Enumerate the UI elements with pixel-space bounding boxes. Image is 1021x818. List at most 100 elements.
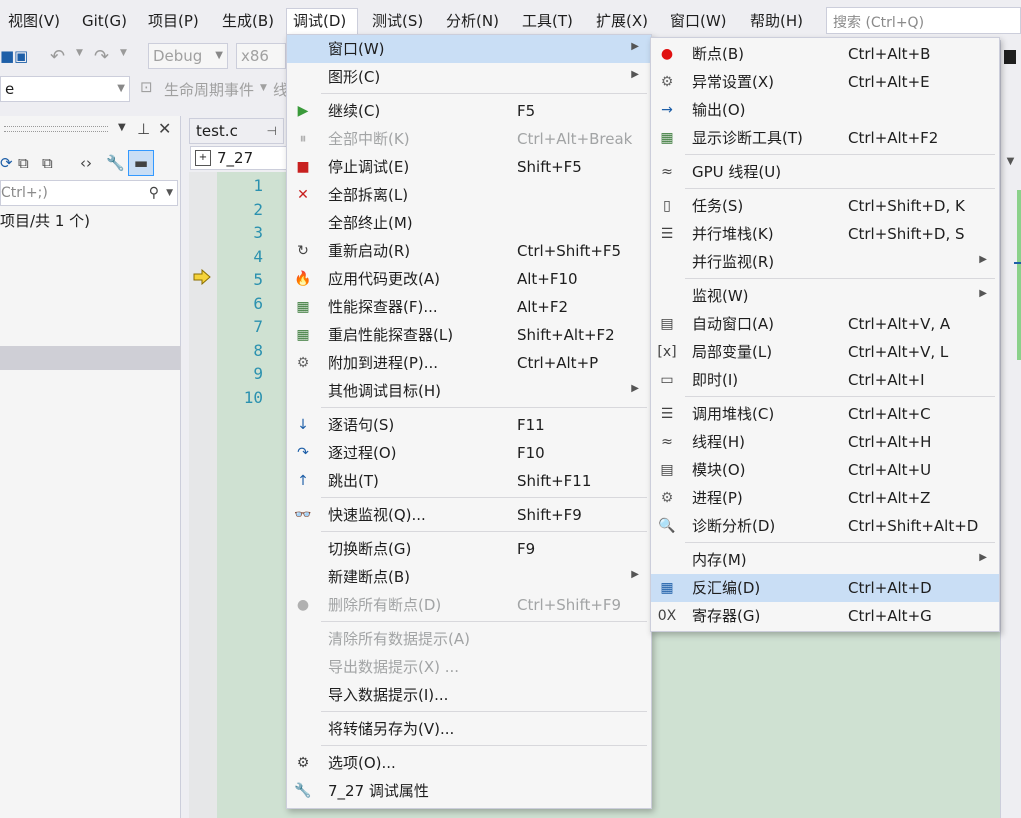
menu-help[interactable]: 帮助(H) — [744, 8, 809, 34]
chevron-down-icon[interactable]: ▼ — [1000, 150, 1021, 174]
menu-item[interactable]: ≈ GPU 线程(U) — [651, 158, 999, 186]
bookmark-icon[interactable] — [1004, 50, 1016, 64]
menu-item[interactable]: ▤ 模块(O) Ctrl+Alt+U — [651, 456, 999, 484]
lifecycle-events-label[interactable]: 生命周期事件 — [164, 79, 254, 100]
menu-item[interactable]: ▯ 任务(S) Ctrl+Shift+D, K — [651, 192, 999, 220]
menu-window[interactable]: 窗口(W) — [664, 8, 733, 34]
grip[interactable] — [4, 126, 108, 132]
menu-item[interactable]: 窗口(W) ▶ — [287, 35, 651, 63]
menu-build[interactable]: 生成(B) — [216, 8, 280, 34]
menu-item[interactable]: 全部终止(M) — [287, 209, 651, 237]
menu-test[interactable]: 测试(S) — [366, 8, 429, 34]
menu-item-shortcut: Alt+F2 — [517, 298, 569, 316]
menu-item[interactable]: ↻ 重新启动(R) Ctrl+Shift+F5 — [287, 237, 651, 265]
configuration-select[interactable]: Debug ▼ — [148, 43, 228, 69]
menu-item[interactable]: ⚙ 选项(O)... — [287, 749, 651, 777]
menu-item[interactable]: ⚙ 附加到进程(P)... Ctrl+Alt+P — [287, 349, 651, 377]
chevron-down-icon[interactable]: ▼ — [118, 122, 126, 133]
menu-separator — [685, 396, 995, 397]
platform-select[interactable]: x86 — [236, 43, 286, 69]
menu-item-shortcut: Alt+F10 — [517, 270, 578, 288]
selected-tree-item[interactable] — [0, 346, 181, 370]
save-icon[interactable]: ■ — [0, 47, 14, 65]
chevron-down-icon[interactable]: ▼ — [76, 48, 83, 58]
redo-icon[interactable]: ↷ — [94, 46, 109, 67]
menu-item[interactable]: ● 断点(B) Ctrl+Alt+B — [651, 40, 999, 68]
menu-item-icon: 🔍 — [658, 518, 676, 534]
menu-extensions[interactable]: 扩展(X) — [590, 8, 654, 34]
menu-tools[interactable]: 工具(T) — [516, 8, 579, 34]
menu-item[interactable]: ▭ 即时(I) Ctrl+Alt+I — [651, 366, 999, 394]
menu-item[interactable]: ▦ 显示诊断工具(T) Ctrl+Alt+F2 — [651, 124, 999, 152]
menu-item[interactable]: 监视(W) ▶ — [651, 282, 999, 310]
preview-icon[interactable]: ▬ — [128, 150, 154, 176]
menu-item[interactable]: ⚙ 进程(P) Ctrl+Alt+Z — [651, 484, 999, 512]
menu-item-label: 删除所有断点(D) — [328, 596, 442, 614]
menu-item[interactable]: 并行监视(R) ▶ — [651, 248, 999, 276]
menu-item[interactable]: 切换断点(G) F9 — [287, 535, 651, 563]
menu-item[interactable]: 🔍 诊断分析(D) Ctrl+Shift+Alt+D — [651, 512, 999, 540]
menu-item[interactable]: ↓ 逐语句(S) F11 — [287, 411, 651, 439]
menu-item-label: 线程(H) — [692, 433, 745, 451]
menu-item[interactable]: 👓 快速监视(Q)... Shift+F9 — [287, 501, 651, 529]
menu-item-icon: ☰ — [660, 406, 674, 422]
wrench-icon[interactable]: 🔧 — [106, 154, 125, 172]
menu-item-label: 寄存器(G) — [692, 607, 761, 625]
menu-item[interactable]: 内存(M) ▶ — [651, 546, 999, 574]
menu-item[interactable]: 其他调试目标(H) ▶ — [287, 377, 651, 405]
menu-item[interactable]: ▦ 性能探查器(F)... Alt+F2 — [287, 293, 651, 321]
search-icon[interactable]: ⚲ — [149, 181, 159, 205]
menu-item[interactable]: ≈ 线程(H) Ctrl+Alt+H — [651, 428, 999, 456]
menu-item[interactable]: 新建断点(B) ▶ — [287, 563, 651, 591]
menu-git[interactable]: Git(G) — [76, 8, 133, 34]
solution-search-input[interactable]: Ctrl+;) ⚲ ▼ — [0, 180, 178, 206]
menu-item[interactable]: ▶ 继续(C) F5 — [287, 97, 651, 125]
menu-item[interactable]: 0X 寄存器(G) Ctrl+Alt+G — [651, 602, 999, 630]
show-all-icon[interactable]: ⧉ — [42, 154, 53, 172]
menu-item-icon — [293, 568, 313, 586]
menu-item[interactable]: ↑ 跳出(T) Shift+F11 — [287, 467, 651, 495]
menu-item[interactable]: 将转储另存为(V)... — [287, 715, 651, 743]
menu-item[interactable]: 🔧 7_27 调试属性 — [287, 777, 651, 805]
close-icon[interactable]: ✕ — [158, 119, 171, 138]
menu-item-shortcut: Ctrl+Shift+Alt+D — [848, 517, 979, 535]
menu-analyze[interactable]: 分析(N) — [440, 8, 505, 34]
sync-icon[interactable]: ⟳ — [0, 154, 13, 172]
search-input[interactable]: 搜索 (Ctrl+Q) — [826, 7, 1021, 34]
pin-icon[interactable]: ⊣ — [267, 119, 277, 143]
tab-test-c[interactable]: test.c ⊣ — [189, 118, 284, 144]
chevron-down-icon[interactable]: ▼ — [260, 83, 267, 93]
menu-item-shortcut: Ctrl+Alt+H — [848, 433, 932, 451]
menu-item[interactable]: ▦ 反汇编(D) Ctrl+Alt+D — [651, 574, 999, 602]
menu-item[interactable]: [x] 局部变量(L) Ctrl+Alt+V, L — [651, 338, 999, 366]
code-icon[interactable]: ‹› — [80, 154, 92, 172]
menu-item[interactable]: → 输出(O) — [651, 96, 999, 124]
menu-item[interactable]: ↷ 逐过程(O) F10 — [287, 439, 651, 467]
menu-debug[interactable]: 调试(D) — [286, 8, 358, 34]
menu-item[interactable]: 图形(C) ▶ — [287, 63, 651, 91]
menu-item[interactable]: ▦ 重启性能探查器(L) Shift+Alt+F2 — [287, 321, 651, 349]
menu-item-icon: ▶ — [297, 103, 309, 119]
collapse-icon[interactable]: ⧉ — [18, 154, 29, 172]
chevron-down-icon[interactable]: ▼ — [120, 48, 127, 58]
process-select[interactable]: e ▼ — [0, 76, 130, 102]
menu-item[interactable]: ■ 停止调试(E) Shift+F5 — [287, 153, 651, 181]
menu-item[interactable]: 🔥 应用代码更改(A) Alt+F10 — [287, 265, 651, 293]
chevron-down-icon[interactable]: ▼ — [166, 181, 173, 205]
menu-item[interactable]: ▤ 自动窗口(A) Ctrl+Alt+V, A — [651, 310, 999, 338]
menu-item[interactable]: ☰ 调用堆栈(C) Ctrl+Alt+C — [651, 400, 999, 428]
menu-view[interactable]: 视图(V) — [2, 8, 66, 34]
save-all-icon[interactable]: ▣ — [14, 47, 28, 65]
scope-select[interactable]: + 7_27 — [190, 146, 290, 170]
solution-node[interactable]: 项目/共 1 个) — [0, 210, 90, 231]
menu-item[interactable]: 导入数据提示(I)... — [287, 681, 651, 709]
pin-icon[interactable]: ⊥ — [137, 120, 150, 138]
undo-icon[interactable]: ↶ — [50, 46, 65, 67]
menu-item-icon: ≈ — [661, 164, 673, 180]
menu-item[interactable]: ✕ 全部拆离(L) — [287, 181, 651, 209]
menu-item[interactable]: ☰ 并行堆栈(K) Ctrl+Shift+D, S — [651, 220, 999, 248]
menu-item: 清除所有数据提示(A) — [287, 625, 651, 653]
menu-item-icon — [293, 214, 313, 232]
menu-item[interactable]: ⚙ 异常设置(X) Ctrl+Alt+E — [651, 68, 999, 96]
menu-project[interactable]: 项目(P) — [142, 8, 205, 34]
